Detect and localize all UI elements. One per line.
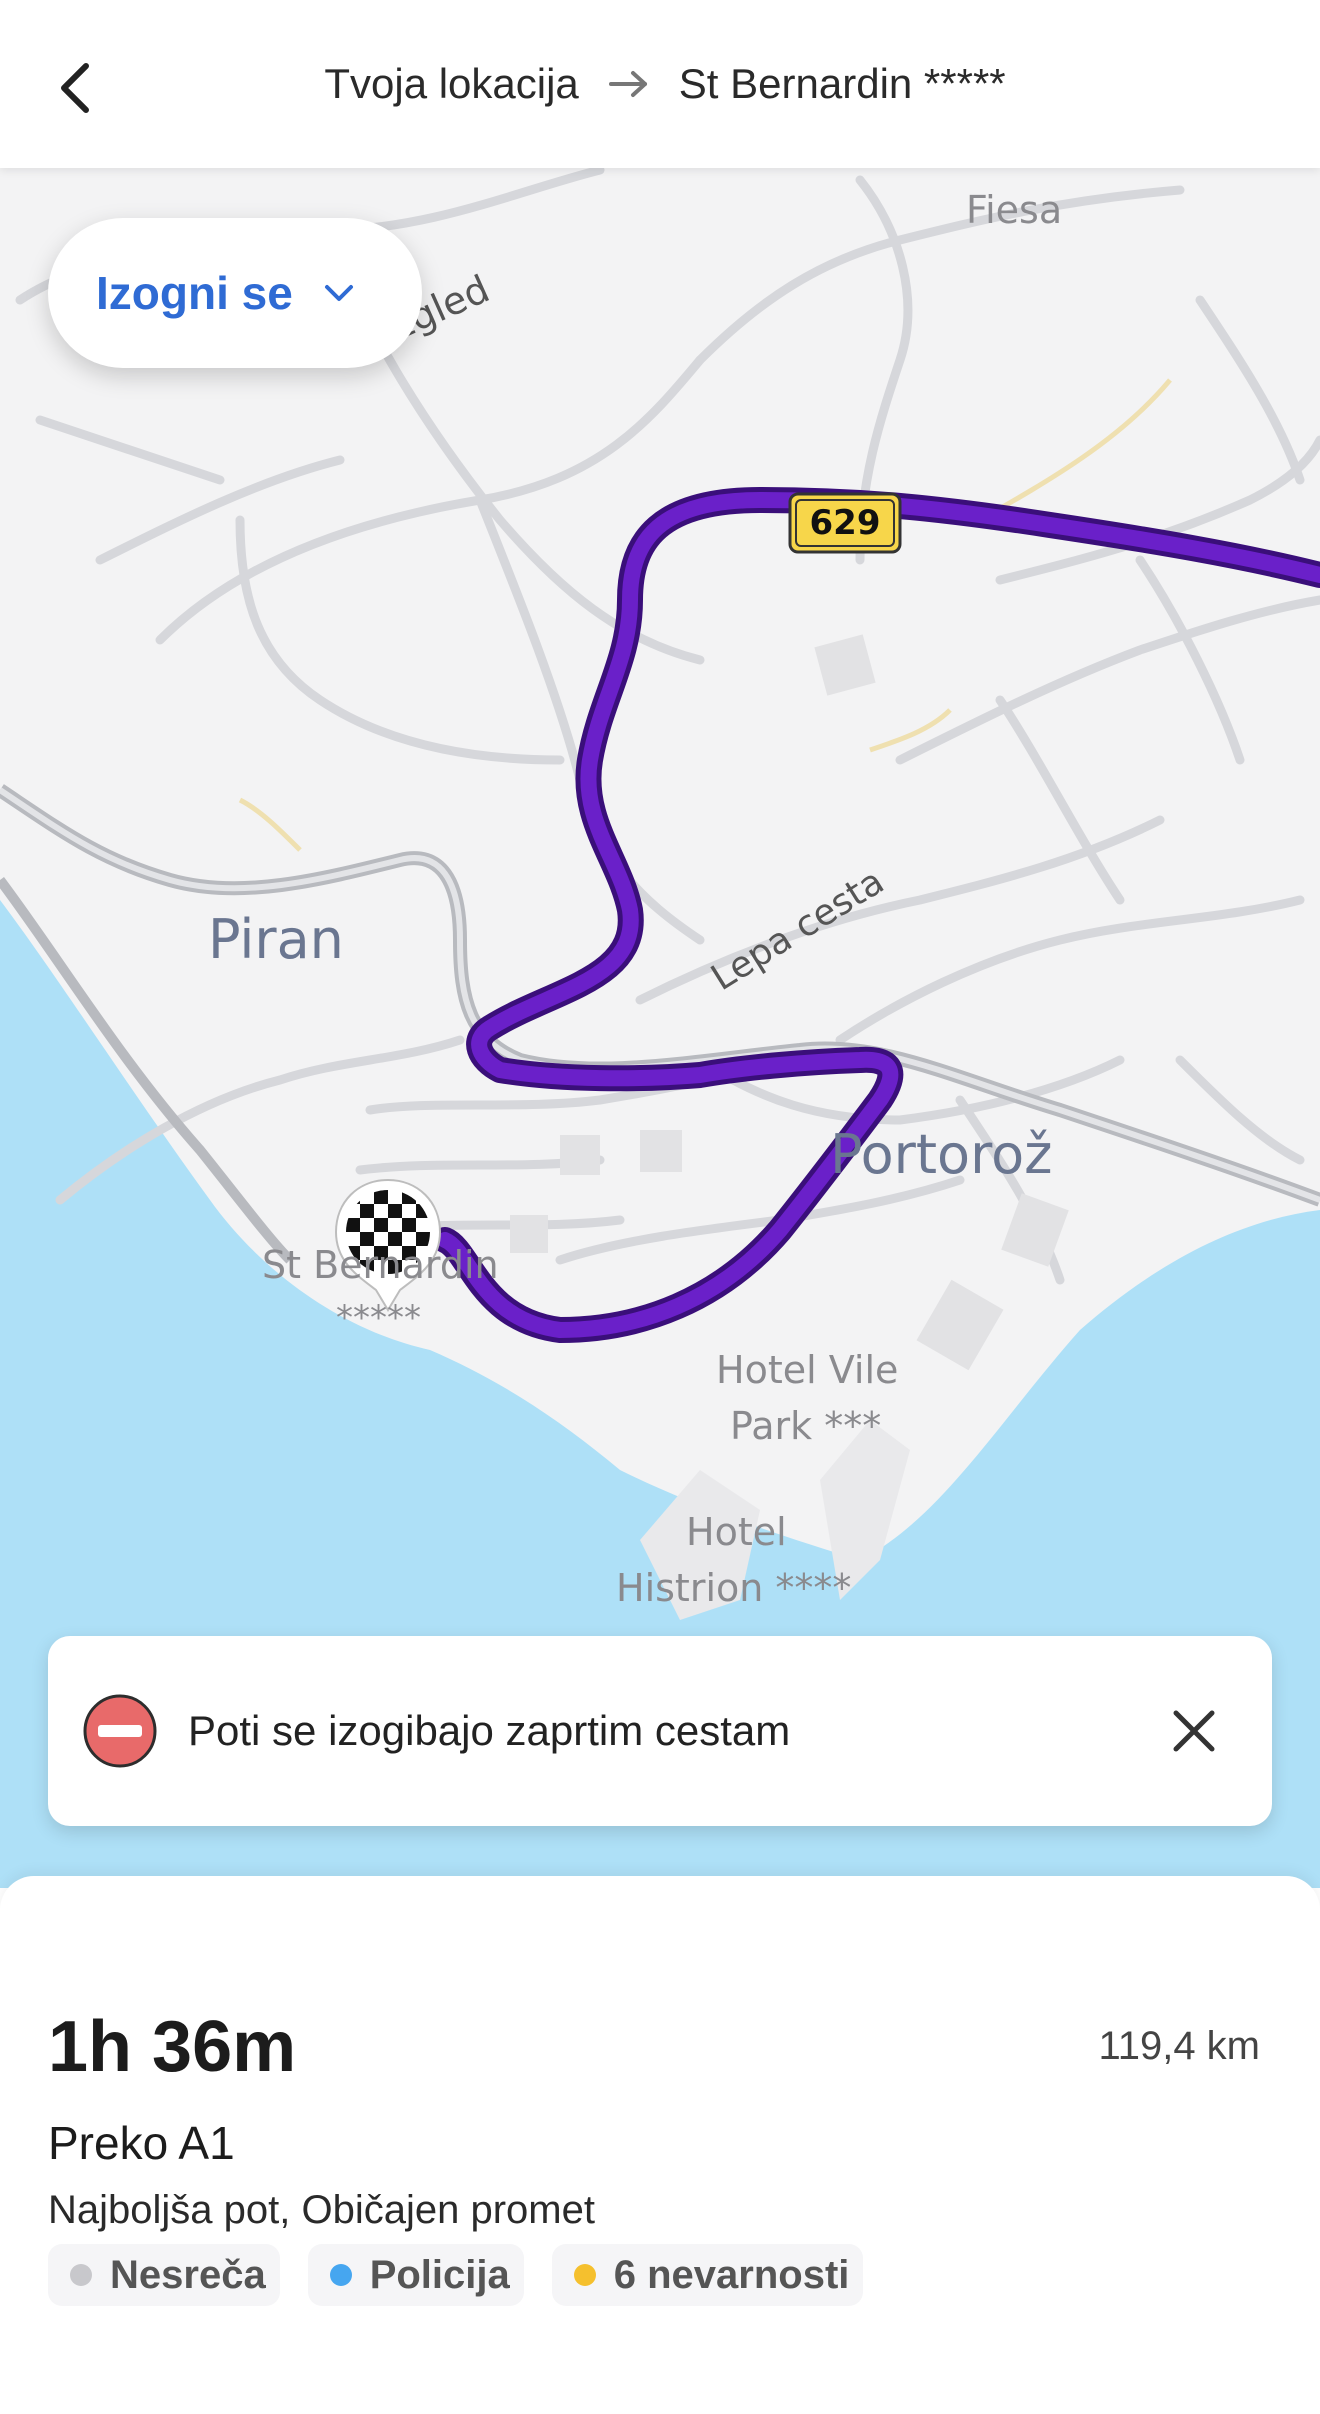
map-label-st-bernardin-stars: ***** [336,1298,421,1338]
chip-label: Policija [369,2252,510,2297]
map-canvas [0,168,1320,1888]
chip-accident[interactable]: Nesreča [48,2244,280,2306]
route-via: Preko A1 [48,2117,235,2169]
map-label-fiesa: Fiesa [966,188,1063,232]
map-label-hotel-vile-park: Park *** [730,1404,882,1448]
map-label-hotel-histrion: Hotel [686,1510,787,1554]
route-summary-sheet[interactable]: 1h 36m 119,4 km Preko A1 Najboljša pot, … [0,1876,1320,2414]
route-alerts: Nesreča Policija 6 nevarnosti [48,2244,864,2306]
chevron-left-icon [61,63,89,113]
chip-label: 6 nevarnosti [613,2252,850,2297]
closed-roads-notice: Poti se izogibajo zaprtim cestam [48,1636,1272,1826]
back-button[interactable] [36,48,116,128]
map-label-hotel-vile: Hotel Vile [716,1348,899,1392]
arrow-right-icon [607,69,651,99]
route-title: Tvoja lokacija St Bernardin ***** [324,60,1005,108]
map-view[interactable]: 629 Fiesa Razgled Piran Lepa cesta Porto… [0,168,1320,1888]
no-entry-icon [83,1694,157,1768]
map-label-st-bernardin: St Bernardin [262,1243,499,1287]
chevron-down-icon [324,285,353,301]
map-label-histrion: Histrion **** [616,1566,852,1610]
chip-police[interactable]: Policija [307,2244,524,2306]
map-label-portoroz: Portorož [830,1123,1053,1186]
close-notice-button[interactable] [1154,1691,1234,1771]
origin-label: Tvoja lokacija [324,60,579,107]
accident-dot [70,2264,92,2286]
chip-label: Nesreča [110,2252,266,2297]
police-dot [329,2264,352,2286]
destination-label: St Bernardin ***** [678,60,1006,107]
route-distance: 119,4 km [1098,2024,1260,2068]
chip-hazards[interactable]: 6 nevarnosti [551,2244,864,2306]
notice-text: Poti se izogibajo zaprtim cestam [188,1707,791,1754]
close-icon [1173,1710,1215,1752]
avoid-label: Izogni se [96,267,293,319]
route-duration: 1h 36m [48,2007,297,2087]
avoid-button[interactable]: Izogni se [48,218,422,368]
map-label-piran: Piran [208,908,344,971]
road-shield-label: 629 [809,503,881,543]
route-description: Najboljša pot, Običajen promet [48,2188,595,2232]
top-bar: Tvoja lokacija St Bernardin ***** [0,0,1320,168]
hazard-dot [573,2264,596,2286]
